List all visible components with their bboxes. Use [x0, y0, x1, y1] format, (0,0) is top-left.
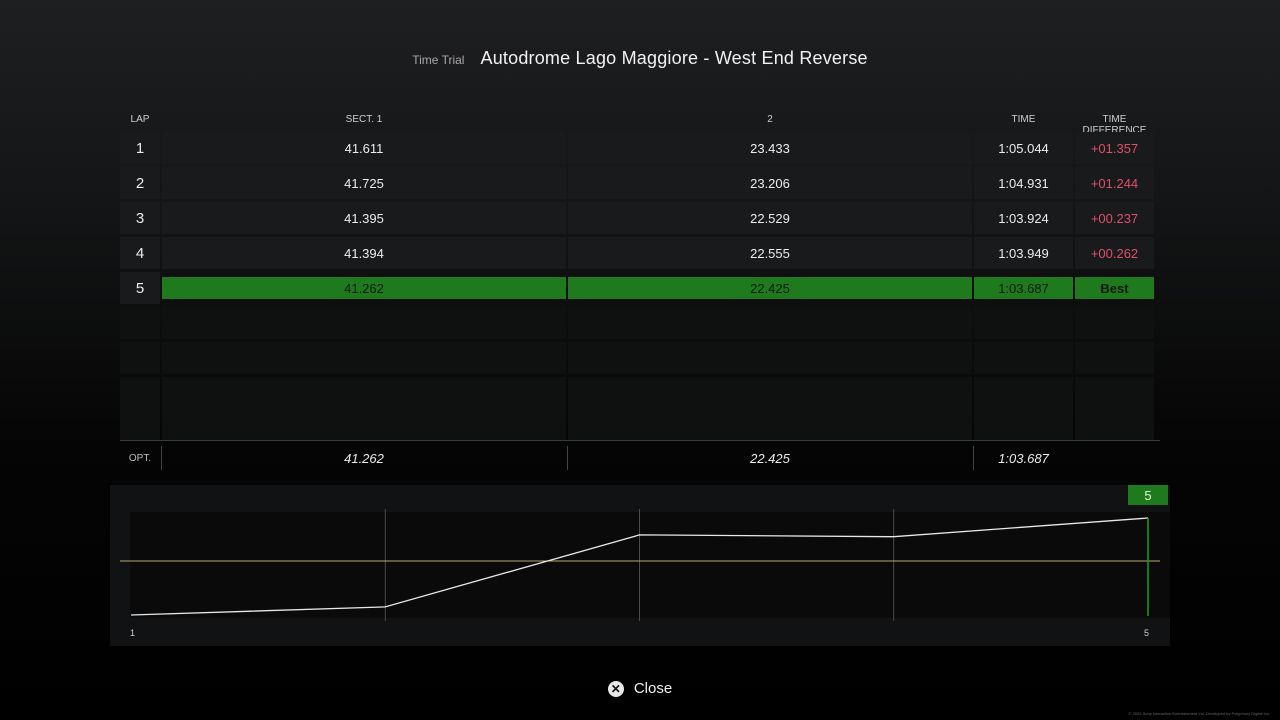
close-label[interactable]: Close: [634, 680, 672, 697]
lap-number: 3: [120, 202, 160, 234]
time-difference: +00.237: [1075, 202, 1154, 234]
sector-2-time: 22.425: [568, 277, 972, 299]
sector-2-time: 23.206: [568, 167, 972, 199]
table-header: LAP SECT. 1 2 TIME TIME DIFFERENCE: [120, 110, 1160, 136]
optimal-divider: [120, 440, 1160, 441]
lap-time: 1:05.044: [974, 132, 1073, 164]
lap-number: 4: [120, 237, 160, 269]
selected-lap-badge: 5: [1128, 485, 1168, 505]
title-bar: Time Trial Autodrome Lago Maggiore - Wes…: [0, 48, 1280, 72]
sector-2-time: 22.529: [568, 202, 972, 234]
empty-row: [120, 307, 1154, 339]
lap-time-graph: 1 5: [110, 485, 1170, 646]
copyright-text: © 2022 Sony Interactive Entertainment In…: [1128, 711, 1270, 716]
cross-button-icon[interactable]: ✕: [607, 680, 624, 697]
lap-row-2[interactable]: 2 41.725 23.206 1:04.931 +01.244: [120, 167, 1154, 199]
empty-row: [120, 409, 1154, 441]
lap-row-1[interactable]: 1 41.611 23.433 1:05.044 +01.357: [120, 132, 1154, 164]
time-difference: +01.244: [1075, 167, 1154, 199]
header-time: TIME: [1011, 114, 1036, 125]
sector-1-time: 41.394: [162, 237, 566, 269]
track-name: Autodrome Lago Maggiore - West End Rever…: [480, 48, 868, 68]
close-control[interactable]: ✕ Close: [0, 680, 1280, 697]
optimal-row: OPT. 41.262 22.425 1:03.687: [120, 444, 1160, 472]
best-badge: Best: [1075, 277, 1154, 299]
x-axis-end-label: 5: [1144, 628, 1150, 638]
lap-row-5-best[interactable]: 5 41.262 22.425 1:03.687 Best: [120, 272, 1154, 304]
lap-table: LAP SECT. 1 2 TIME TIME DIFFERENCE 1 41.…: [120, 110, 1160, 441]
empty-row: [120, 377, 1154, 409]
header-sector-2: 2: [767, 114, 773, 125]
sector-1-time: 41.611: [162, 132, 566, 164]
lap-time: 1:04.931: [974, 167, 1073, 199]
lap-time: 1:03.687: [974, 277, 1073, 299]
x-axis-start-label: 1: [130, 628, 136, 638]
lap-time: 1:03.949: [974, 237, 1073, 269]
time-difference: +01.357: [1075, 132, 1154, 164]
sector-1-time: 41.395: [162, 202, 566, 234]
header-lap: LAP: [130, 114, 150, 125]
empty-row: [120, 342, 1154, 374]
optimal-label: OPT.: [128, 452, 152, 464]
lap-number: 5: [120, 272, 160, 304]
lap-time: 1:03.924: [974, 202, 1073, 234]
time-difference: +00.262: [1075, 237, 1154, 269]
lap-number: 1: [120, 132, 160, 164]
sector-2-time: 23.433: [568, 132, 972, 164]
optimal-time: 1:03.687: [998, 450, 1049, 466]
sector-2-time: 22.555: [568, 237, 972, 269]
optimal-sector-2: 22.425: [750, 450, 790, 466]
sector-1-time: 41.262: [162, 277, 566, 299]
lap-row-3[interactable]: 3 41.395 22.529 1:03.924 +00.237: [120, 202, 1154, 234]
lap-time-graph-svg: [120, 509, 1170, 621]
sector-1-time: 41.725: [162, 167, 566, 199]
lap-number: 2: [120, 167, 160, 199]
mode-label: Time Trial: [412, 53, 465, 67]
optimal-sector-1: 41.262: [344, 450, 384, 466]
lap-row-4[interactable]: 4 41.394 22.555 1:03.949 +00.262: [120, 237, 1154, 269]
header-sector-1: SECT. 1: [345, 114, 383, 125]
